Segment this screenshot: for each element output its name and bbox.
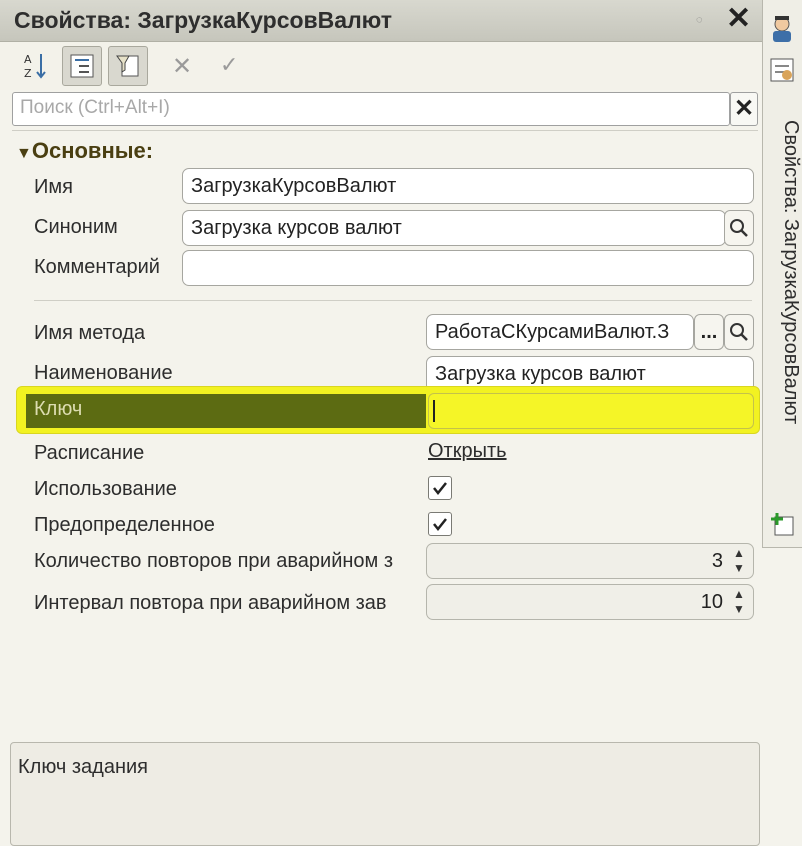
method-name-field[interactable]: РаботаСКурсамиВалют.З <box>426 314 694 350</box>
retry-count-field[interactable]: 3 <box>426 543 754 579</box>
method-select-button[interactable]: ... <box>694 314 724 350</box>
tree-list-icon <box>70 54 94 78</box>
group-by-category-button[interactable] <box>62 46 102 86</box>
user-avatar-icon[interactable] <box>766 12 798 44</box>
checkmark-icon <box>433 518 447 532</box>
magnifier-icon <box>730 219 748 237</box>
close-icon[interactable]: ✕ <box>726 2 751 36</box>
schedule-open-link[interactable]: Открыть <box>428 440 507 463</box>
sort-alphabetical-button[interactable]: A Z <box>16 46 56 86</box>
schedule-label: Расписание <box>34 442 145 464</box>
window-title: Свойства: ЗагрузкаКурсовВалют <box>14 7 393 33</box>
apply-icon[interactable]: ✓ <box>220 52 238 78</box>
add-panel-icon[interactable] <box>766 508 798 540</box>
cancel-icon[interactable]: ✕ <box>172 52 192 81</box>
name-label: Имя <box>34 176 73 198</box>
usage-label: Использование <box>34 478 177 500</box>
method-search-button[interactable] <box>724 314 754 350</box>
sort-az-icon: A Z <box>24 53 46 80</box>
predefined-checkbox[interactable] <box>428 512 452 536</box>
key-label: Ключ <box>34 398 83 420</box>
section-title: Основные: <box>31 138 154 163</box>
method-name-label: Имя метода <box>34 322 146 344</box>
retry-count-spinner[interactable]: ▲ ▼ <box>728 546 750 576</box>
svg-text:Z: Z <box>24 67 32 80</box>
search-placeholder: Поиск (Ctrl+Alt+I) <box>20 97 170 118</box>
collapse-triangle-icon: ▼ <box>16 145 32 162</box>
checkmark-icon <box>433 482 447 496</box>
sidebar-tab-properties[interactable]: Свойства: ЗагрузкаКурсовВалют <box>762 92 802 452</box>
pin-icon[interactable]: ◌ <box>696 14 703 26</box>
synonym-search-button[interactable] <box>724 210 754 246</box>
synonym-label: Синоним <box>34 216 118 238</box>
retry-interval-label: Интервал повтора при аварийном зав <box>34 592 387 614</box>
key-label-selection <box>26 394 426 428</box>
name-field[interactable]: ЗагрузкаКурсовВалют <box>182 168 754 204</box>
synonym-field[interactable]: Загрузка курсов валют <box>182 210 726 246</box>
magnifier-icon <box>730 323 748 341</box>
predefined-label: Предопределенное <box>34 514 215 536</box>
divider <box>34 300 752 301</box>
properties-doc-icon[interactable] <box>766 54 798 86</box>
svg-text:A: A <box>24 53 32 66</box>
retry-count-label: Количество повторов при аварийном з <box>34 550 394 572</box>
retry-interval-field[interactable]: 10 <box>426 584 754 620</box>
filter-icon <box>116 55 139 77</box>
key-field[interactable] <box>428 393 754 429</box>
usage-checkbox[interactable] <box>428 476 452 500</box>
search-clear-button[interactable]: ✕ <box>730 92 758 126</box>
retry-interval-spinner[interactable]: ▲ ▼ <box>728 587 750 617</box>
description-panel-text: Ключ задания <box>18 756 148 778</box>
section-header-main[interactable]: ▼Основные: <box>16 138 153 164</box>
filter-button[interactable] <box>108 46 148 86</box>
description-label: Наименование <box>34 362 173 384</box>
comment-field[interactable] <box>182 250 754 286</box>
divider <box>12 130 758 131</box>
text-caret <box>433 400 435 422</box>
comment-label: Комментарий <box>34 256 160 278</box>
